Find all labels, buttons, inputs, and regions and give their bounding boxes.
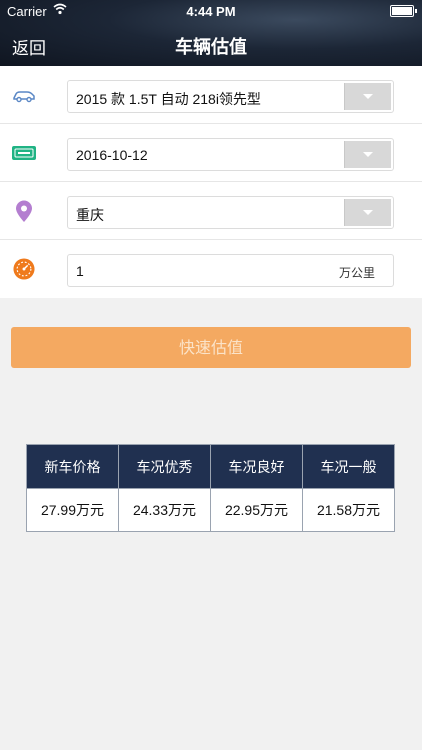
date-dropdown-button[interactable] — [344, 141, 391, 168]
date-row: 2016-10-12 — [0, 124, 422, 182]
model-value: 2015 款 1.5T 自动 218i领先型 — [76, 91, 261, 107]
result-header-row: 新车价格 车况优秀 车况良好 车况一般 — [26, 444, 395, 489]
header-excellent: 车况优秀 — [118, 444, 211, 489]
location-pin-icon — [16, 200, 32, 222]
header-good: 车况良好 — [210, 444, 303, 489]
status-bar: Carrier 4:44 PM — [0, 0, 422, 22]
value-good: 22.95万元 — [210, 488, 303, 532]
battery-icon — [390, 5, 417, 17]
mileage-field: 万公里 — [67, 254, 394, 287]
result-value-row: 27.99万元 24.33万元 22.95万元 21.58万元 — [26, 488, 395, 532]
city-select[interactable]: 重庆 — [67, 196, 394, 229]
header-fair: 车况一般 — [302, 444, 395, 489]
value-fair: 21.58万元 — [302, 488, 395, 532]
car-icon — [13, 91, 35, 103]
mileage-input[interactable] — [76, 261, 296, 281]
quick-estimate-button[interactable]: 快速估值 — [11, 327, 411, 368]
valuation-result-table: 新车价格 车况优秀 车况良好 车况一般 27.99万元 24.33万元 22.9… — [26, 444, 395, 532]
page-title: 车辆估值 — [175, 37, 247, 57]
model-dropdown-button[interactable] — [344, 83, 391, 110]
mileage-unit: 万公里 — [338, 266, 375, 280]
clock: 4:44 PM — [186, 4, 236, 19]
speedometer-icon — [13, 258, 35, 280]
city-dropdown-button[interactable] — [344, 199, 391, 226]
value-new-price: 27.99万元 — [26, 488, 119, 532]
nav-header: Carrier 4:44 PM 返回 车辆估值 — [0, 0, 422, 66]
mileage-row: 万公里 — [0, 240, 422, 298]
license-plate-icon — [12, 146, 36, 160]
value-excellent: 24.33万元 — [118, 488, 211, 532]
city-row: 重庆 — [0, 182, 422, 240]
date-value: 2016-10-12 — [76, 147, 148, 163]
valuation-form: 2015 款 1.5T 自动 218i领先型 2016-10-12 重庆 1 万… — [0, 66, 422, 298]
model-select[interactable]: 2015 款 1.5T 自动 218i领先型 — [67, 80, 394, 113]
date-select[interactable]: 2016-10-12 — [67, 138, 394, 171]
header-new-price: 新车价格 — [26, 444, 119, 489]
model-row: 2015 款 1.5T 自动 218i领先型 — [0, 66, 422, 124]
city-value: 重庆 — [76, 207, 104, 223]
